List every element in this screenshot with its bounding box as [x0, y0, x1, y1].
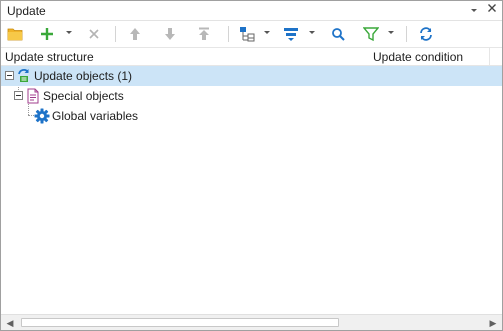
- open-folder-button[interactable]: [6, 24, 24, 44]
- toolbar-separator: [228, 26, 229, 42]
- tree-row-global-variables[interactable]: Global variables: [1, 106, 502, 126]
- scroll-right-icon[interactable]: ▶: [486, 316, 500, 330]
- refresh-icon: [420, 27, 432, 41]
- horizontal-scrollbar[interactable]: ◀ ▶: [1, 314, 502, 330]
- plus-icon: [41, 28, 53, 40]
- arrow-down-icon: [165, 28, 175, 40]
- tree-row-special-objects[interactable]: Special objects: [1, 86, 502, 106]
- close-icon[interactable]: [485, 3, 499, 17]
- filter-button[interactable]: [362, 24, 380, 44]
- document-icon: [25, 88, 41, 104]
- toolbar-separator: [115, 26, 116, 42]
- column-divider[interactable]: [489, 48, 490, 65]
- filter-dropdown-icon[interactable]: [388, 31, 394, 34]
- x-icon: [89, 29, 99, 39]
- scrollbar-thumb[interactable]: [21, 318, 339, 327]
- sort-button[interactable]: [282, 24, 300, 44]
- column-header: Update structure Update condition: [1, 47, 502, 66]
- title-bar: Update: [1, 1, 502, 21]
- update-tree: Update objects (1) Special objects Globa…: [1, 66, 502, 314]
- gear-icon: [34, 108, 50, 124]
- sort-icon: [284, 28, 298, 41]
- funnel-icon: [363, 27, 379, 42]
- column-header-structure[interactable]: Update structure: [5, 50, 94, 64]
- tree-row-label: Update objects (1): [34, 69, 133, 83]
- move-down-button[interactable]: [162, 24, 178, 44]
- move-top-button[interactable]: [196, 24, 212, 44]
- panel-title: Update: [7, 4, 46, 18]
- add-button[interactable]: [39, 24, 55, 44]
- delete-button[interactable]: [86, 24, 102, 44]
- collapse-icon[interactable]: [14, 91, 23, 100]
- tree-row-label: Special objects: [43, 89, 124, 103]
- arrow-top-icon: [199, 27, 209, 40]
- pin-icon[interactable]: [467, 3, 481, 17]
- folder-icon: [7, 28, 23, 41]
- add-dropdown-icon[interactable]: [66, 31, 72, 34]
- tree-view-dropdown-icon[interactable]: [264, 31, 270, 34]
- tree-view-button[interactable]: [238, 24, 256, 44]
- sort-dropdown-icon[interactable]: [309, 31, 315, 34]
- tree-row-label: Global variables: [52, 109, 139, 123]
- update-objects-icon: [16, 68, 32, 84]
- arrow-up-icon: [130, 28, 140, 40]
- move-up-button[interactable]: [127, 24, 143, 44]
- search-icon: [332, 28, 345, 41]
- tree-icon: [240, 27, 255, 42]
- update-panel: Update Update structure Update condition…: [0, 0, 503, 331]
- scroll-left-icon[interactable]: ◀: [3, 316, 17, 330]
- toolbar-separator: [406, 26, 407, 42]
- tree-row-update-objects[interactable]: Update objects (1): [1, 66, 502, 86]
- collapse-icon[interactable]: [5, 71, 14, 80]
- column-header-condition[interactable]: Update condition: [373, 50, 463, 64]
- toolbar: [1, 22, 502, 47]
- search-button[interactable]: [330, 24, 346, 44]
- refresh-button[interactable]: [417, 24, 435, 44]
